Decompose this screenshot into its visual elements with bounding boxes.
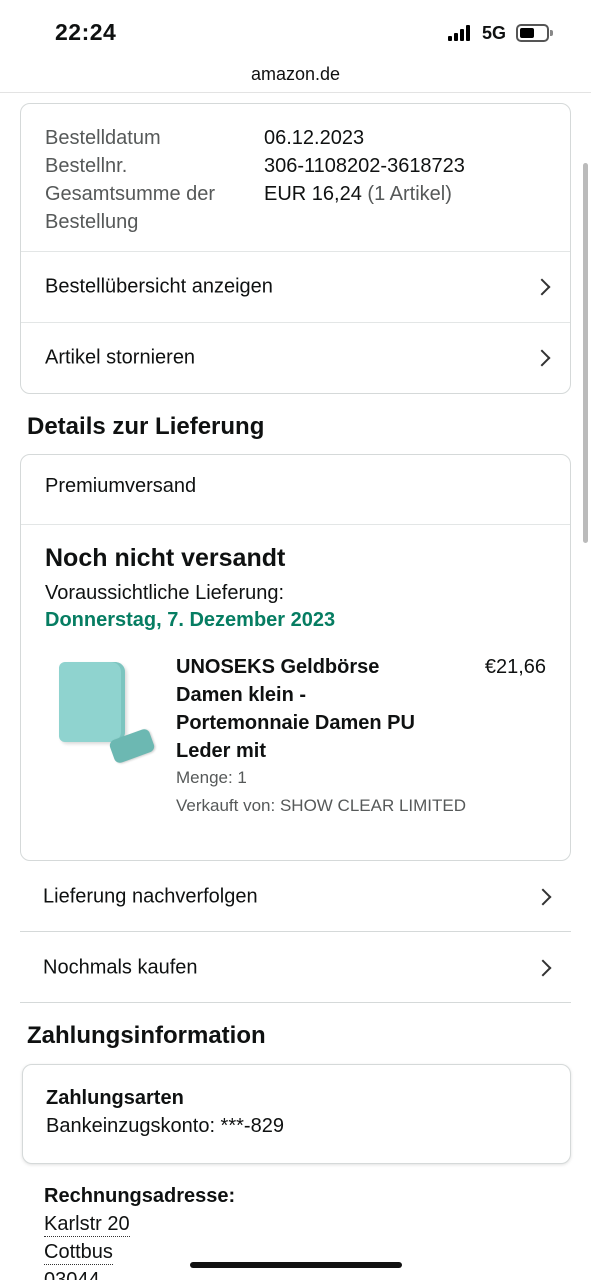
chevron-right-icon — [534, 959, 552, 976]
track-delivery-label: Lieferung nachverfolgen — [43, 885, 258, 907]
order-date-label: Bestelldatum — [45, 127, 161, 149]
shipment-status: Noch nicht versandt — [45, 544, 286, 572]
track-delivery-link[interactable]: Lieferung nachverfolgen — [20, 862, 571, 932]
product-quantity: Menge: 1 — [176, 768, 247, 787]
chevron-right-icon — [533, 278, 551, 296]
browser-url[interactable]: amazon.de — [0, 60, 591, 93]
order-total-label-2: Bestellung — [45, 211, 139, 233]
cancel-items-link[interactable]: Artikel stornieren — [21, 322, 570, 393]
product-seller: Verkauft von: SHOW CLEAR LIMITED — [176, 796, 467, 815]
billing-address-line: Cottbus — [44, 1241, 113, 1265]
battery-icon — [516, 24, 553, 42]
order-number-value: 306-1108202-3618723 — [264, 155, 465, 177]
cancel-items-label: Artikel stornieren — [45, 346, 196, 369]
billing-address-line: 03044 — [44, 1268, 100, 1280]
payment-method-value: Bankeinzugskonto: ***-829 — [46, 1115, 284, 1137]
signal-bars-icon — [448, 25, 472, 41]
chevron-right-icon — [533, 349, 551, 367]
view-order-summary-label: Bestellübersicht anzeigen — [45, 275, 273, 298]
order-total-label-1: Gesamtsumme der — [45, 183, 216, 205]
payment-section-title: Zahlungsinformation — [27, 1022, 266, 1049]
divider — [21, 524, 570, 525]
payment-methods-card: Zahlungsarten Bankeinzugskonto: ***-829 — [22, 1064, 571, 1164]
scrollbar[interactable] — [583, 163, 588, 543]
payment-methods-title: Zahlungsarten — [46, 1087, 184, 1109]
order-summary-card: Bestelldatum 06.12.2023 Bestellnr. 306-1… — [20, 103, 571, 394]
eta-date: Donnerstag, 7. Dezember 2023 — [45, 609, 336, 631]
home-indicator[interactable] — [190, 1262, 402, 1268]
order-total-amount: EUR 16,24 — [264, 183, 362, 205]
chevron-right-icon — [534, 888, 552, 905]
eta-label: Voraussichtliche Lieferung: — [45, 582, 285, 604]
order-total-value: EUR 16,24 (1 Artikel) — [264, 180, 452, 208]
wallet-product-image[interactable] — [59, 660, 157, 765]
status-time: 22:24 — [55, 19, 117, 45]
buy-again-label: Nochmals kaufen — [43, 956, 198, 978]
shipping-type: Premiumversand — [45, 475, 197, 497]
delivery-section-title: Details zur Lieferung — [27, 413, 265, 440]
status-bar: 22:24 5G — [0, 0, 591, 60]
buy-again-link[interactable]: Nochmals kaufen — [20, 933, 571, 1003]
wallet-large-shape — [59, 662, 125, 742]
order-date-value: 06.12.2023 — [264, 127, 365, 149]
network-type: 5G — [482, 23, 507, 43]
product-title[interactable]: UNOSEKS Geldbörse Damen klein - Portemon… — [176, 653, 416, 765]
order-total-items: (1 Artikel) — [367, 183, 452, 205]
billing-address-title: Rechnungsadresse: — [44, 1185, 236, 1207]
delivery-card: Premiumversand Noch nicht versandt Vorau… — [20, 454, 571, 861]
order-number-label: Bestellnr. — [45, 155, 128, 177]
billing-address-line: Karlstr 20 — [44, 1213, 130, 1237]
product-price: €21,66 — [484, 656, 546, 678]
view-order-summary-link[interactable]: Bestellübersicht anzeigen — [21, 251, 570, 322]
